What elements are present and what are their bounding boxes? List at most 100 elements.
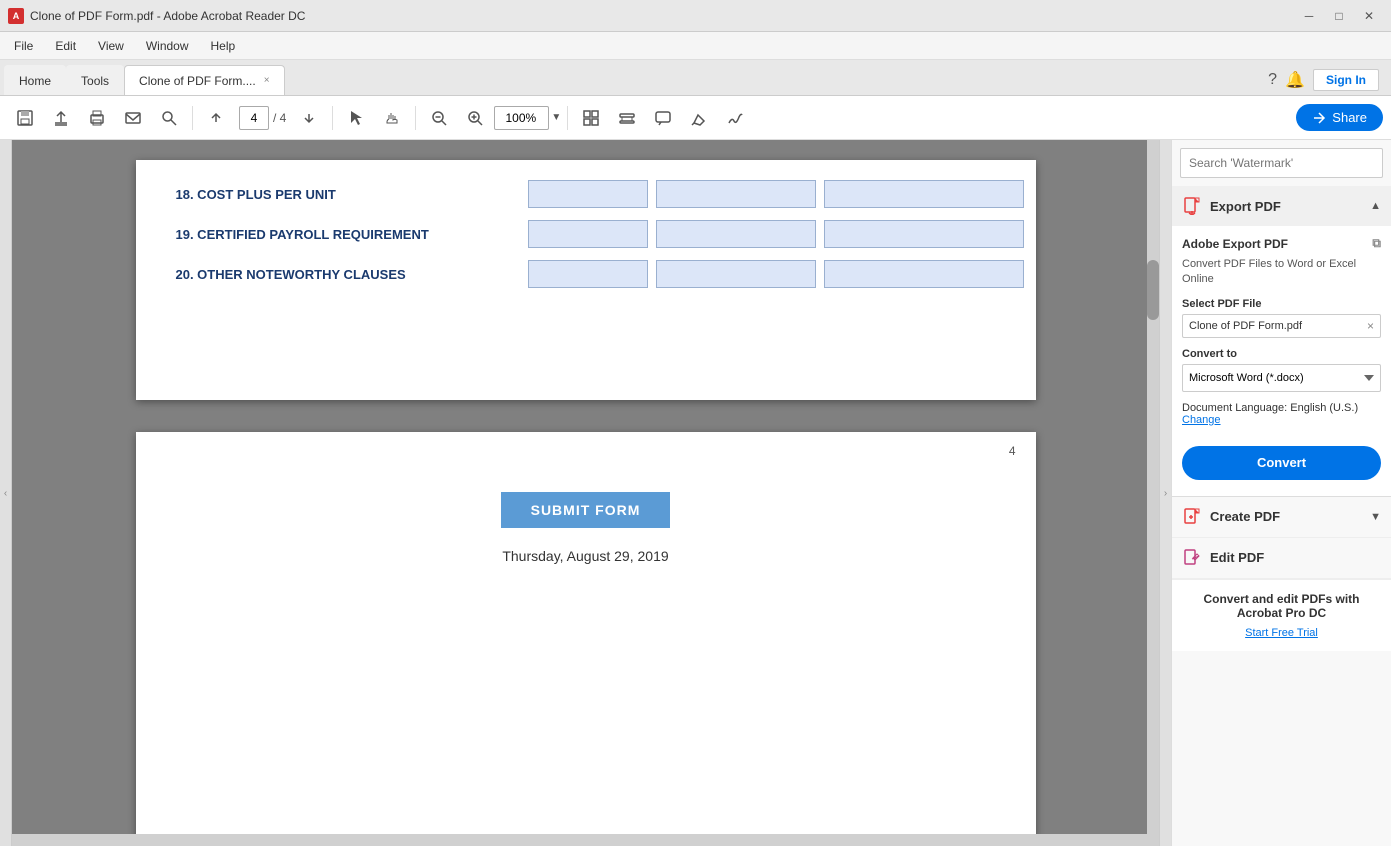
pdf-page-2: 4 SUBMIT FORM Thursday, August 29, 2019	[136, 432, 1036, 846]
export-desc: Convert PDF Files to Word or Excel Onlin…	[1182, 257, 1381, 288]
page-input[interactable]	[239, 106, 269, 130]
field-19-1[interactable]	[528, 220, 648, 248]
comment-button[interactable]	[646, 101, 680, 135]
export-pdf-section: Export PDF ▲ Adobe Export PDF ⧉ Convert …	[1172, 186, 1391, 497]
section-19-label: 19. CERTIFIED PAYROLL REQUIREMENT	[176, 227, 516, 242]
page-navigation: / 4	[239, 106, 286, 130]
field-19-2[interactable]	[656, 220, 816, 248]
notification-icon[interactable]: 🔔	[1285, 70, 1305, 90]
title-bar-controls: ─ □ ✕	[1295, 6, 1383, 26]
field-18-3[interactable]	[824, 180, 1024, 208]
select-pdf-label: Select PDF File	[1182, 298, 1381, 310]
minimize-button[interactable]: ─	[1295, 6, 1323, 26]
toolbar: / 4 ▼ Share	[0, 96, 1391, 140]
section-18-label: 18. COST PLUS PER UNIT	[176, 187, 516, 202]
mail-button[interactable]	[116, 101, 150, 135]
form-section-20: 20. OTHER NOTEWORTHY CLAUSES	[176, 260, 996, 288]
help-icon[interactable]: ?	[1268, 71, 1277, 89]
edit-pdf-icon	[1182, 548, 1202, 568]
tab-bar-right: ? 🔔 Sign In	[1268, 69, 1387, 95]
edit-pdf-section[interactable]: Edit PDF	[1172, 538, 1391, 579]
scroll-thumb[interactable]	[1147, 260, 1159, 320]
tab-close-icon[interactable]: ×	[264, 75, 270, 86]
print-button[interactable]	[80, 101, 114, 135]
copy-icon[interactable]: ⧉	[1372, 236, 1381, 251]
tab-bar: Home Tools Clone of PDF Form.... × ? 🔔 S…	[0, 60, 1391, 96]
section-20-label: 20. OTHER NOTEWORTHY CLAUSES	[176, 267, 516, 282]
field-20-3[interactable]	[824, 260, 1024, 288]
field-18-2[interactable]	[656, 180, 816, 208]
hand-tool-button[interactable]	[375, 101, 409, 135]
menu-file[interactable]: File	[4, 35, 43, 57]
sign-in-button[interactable]: Sign In	[1313, 69, 1379, 91]
pdf-file-close-icon[interactable]: ×	[1367, 319, 1374, 333]
save-button[interactable]	[8, 101, 42, 135]
zoom-input[interactable]	[494, 106, 549, 130]
left-panel-handle[interactable]: ‹	[0, 140, 12, 846]
highlight-button[interactable]	[682, 101, 716, 135]
right-panel-handle[interactable]: ›	[1159, 140, 1171, 846]
title-bar-title: Clone of PDF Form.pdf - Adobe Acrobat Re…	[30, 9, 305, 23]
zoom-control: ▼	[494, 106, 561, 130]
tools-panel-button[interactable]	[574, 101, 608, 135]
menu-view[interactable]: View	[88, 35, 134, 57]
acrobat-icon: A	[8, 8, 24, 24]
promo-title: Convert and edit PDFs with Acrobat Pro D…	[1182, 592, 1381, 620]
tab-tools[interactable]: Tools	[66, 65, 124, 95]
submit-form-button[interactable]: SUBMIT FORM	[501, 492, 671, 528]
horizontal-scrollbar[interactable]	[12, 834, 1147, 846]
menu-bar: File Edit View Window Help	[0, 32, 1391, 60]
adobe-export-label: Adobe Export PDF	[1182, 237, 1288, 251]
next-page-button[interactable]	[292, 101, 326, 135]
doc-lang-value: English (U.S.)	[1290, 402, 1358, 414]
field-18-1[interactable]	[528, 180, 648, 208]
tab-home[interactable]: Home	[4, 65, 66, 95]
sign-button[interactable]	[718, 101, 752, 135]
page-number: 4	[1009, 444, 1016, 458]
vertical-scrollbar[interactable]	[1147, 140, 1159, 846]
main-layout: ‹ 18. COST PLUS PER UNIT 19. CERTIFIED P…	[0, 140, 1391, 846]
change-language-link[interactable]: Change	[1182, 414, 1221, 426]
search-watermark-input[interactable]	[1180, 148, 1383, 178]
maximize-button[interactable]: □	[1325, 6, 1353, 26]
doc-language-row: Document Language: English (U.S.) Change	[1182, 402, 1381, 426]
convert-button[interactable]: Convert	[1182, 446, 1381, 480]
search-button[interactable]	[152, 101, 186, 135]
form-section-19: 19. CERTIFIED PAYROLL REQUIREMENT	[176, 220, 996, 248]
date-text: Thursday, August 29, 2019	[176, 548, 996, 564]
free-trial-link[interactable]: Start Free Trial	[1245, 627, 1318, 639]
zoom-dropdown-icon[interactable]: ▼	[551, 112, 561, 123]
menu-help[interactable]: Help	[201, 35, 246, 57]
form-section-18-fields	[528, 180, 1024, 208]
menu-edit[interactable]: Edit	[45, 35, 86, 57]
separator-2	[332, 106, 333, 130]
title-bar: A Clone of PDF Form.pdf - Adobe Acrobat …	[0, 0, 1391, 32]
prev-page-button[interactable]	[199, 101, 233, 135]
share-button[interactable]: Share	[1296, 104, 1383, 131]
pdf-scroll-area[interactable]: 18. COST PLUS PER UNIT 19. CERTIFIED PAY…	[12, 140, 1159, 846]
field-20-1[interactable]	[528, 260, 648, 288]
right-panel: Export PDF ▲ Adobe Export PDF ⧉ Convert …	[1171, 140, 1391, 846]
select-tool-button[interactable]	[339, 101, 373, 135]
separator-4	[567, 106, 568, 130]
upload-button[interactable]	[44, 101, 78, 135]
field-19-3[interactable]	[824, 220, 1024, 248]
close-button[interactable]: ✕	[1355, 6, 1383, 26]
right-panel-scroll: Export PDF ▲ Adobe Export PDF ⧉ Convert …	[1172, 140, 1391, 846]
export-pdf-header[interactable]: Export PDF ▲	[1172, 186, 1391, 226]
create-pdf-section[interactable]: Create PDF ▼	[1172, 497, 1391, 538]
pdf-page-1: 18. COST PLUS PER UNIT 19. CERTIFIED PAY…	[136, 160, 1036, 400]
submit-btn-area: SUBMIT FORM	[176, 492, 996, 528]
separator-3	[415, 106, 416, 130]
tab-active-label: Clone of PDF Form....	[139, 74, 256, 88]
separator-1	[192, 106, 193, 130]
menu-window[interactable]: Window	[136, 35, 199, 57]
form-section-19-fields	[528, 220, 1024, 248]
zoom-in-button[interactable]	[458, 101, 492, 135]
tab-active[interactable]: Clone of PDF Form.... ×	[124, 65, 285, 95]
tab-tools-label: Tools	[81, 74, 109, 88]
zoom-out-button[interactable]	[422, 101, 456, 135]
stamp-button[interactable]	[610, 101, 644, 135]
convert-to-select[interactable]: Microsoft Word (*.docx)	[1182, 364, 1381, 392]
field-20-2[interactable]	[656, 260, 816, 288]
